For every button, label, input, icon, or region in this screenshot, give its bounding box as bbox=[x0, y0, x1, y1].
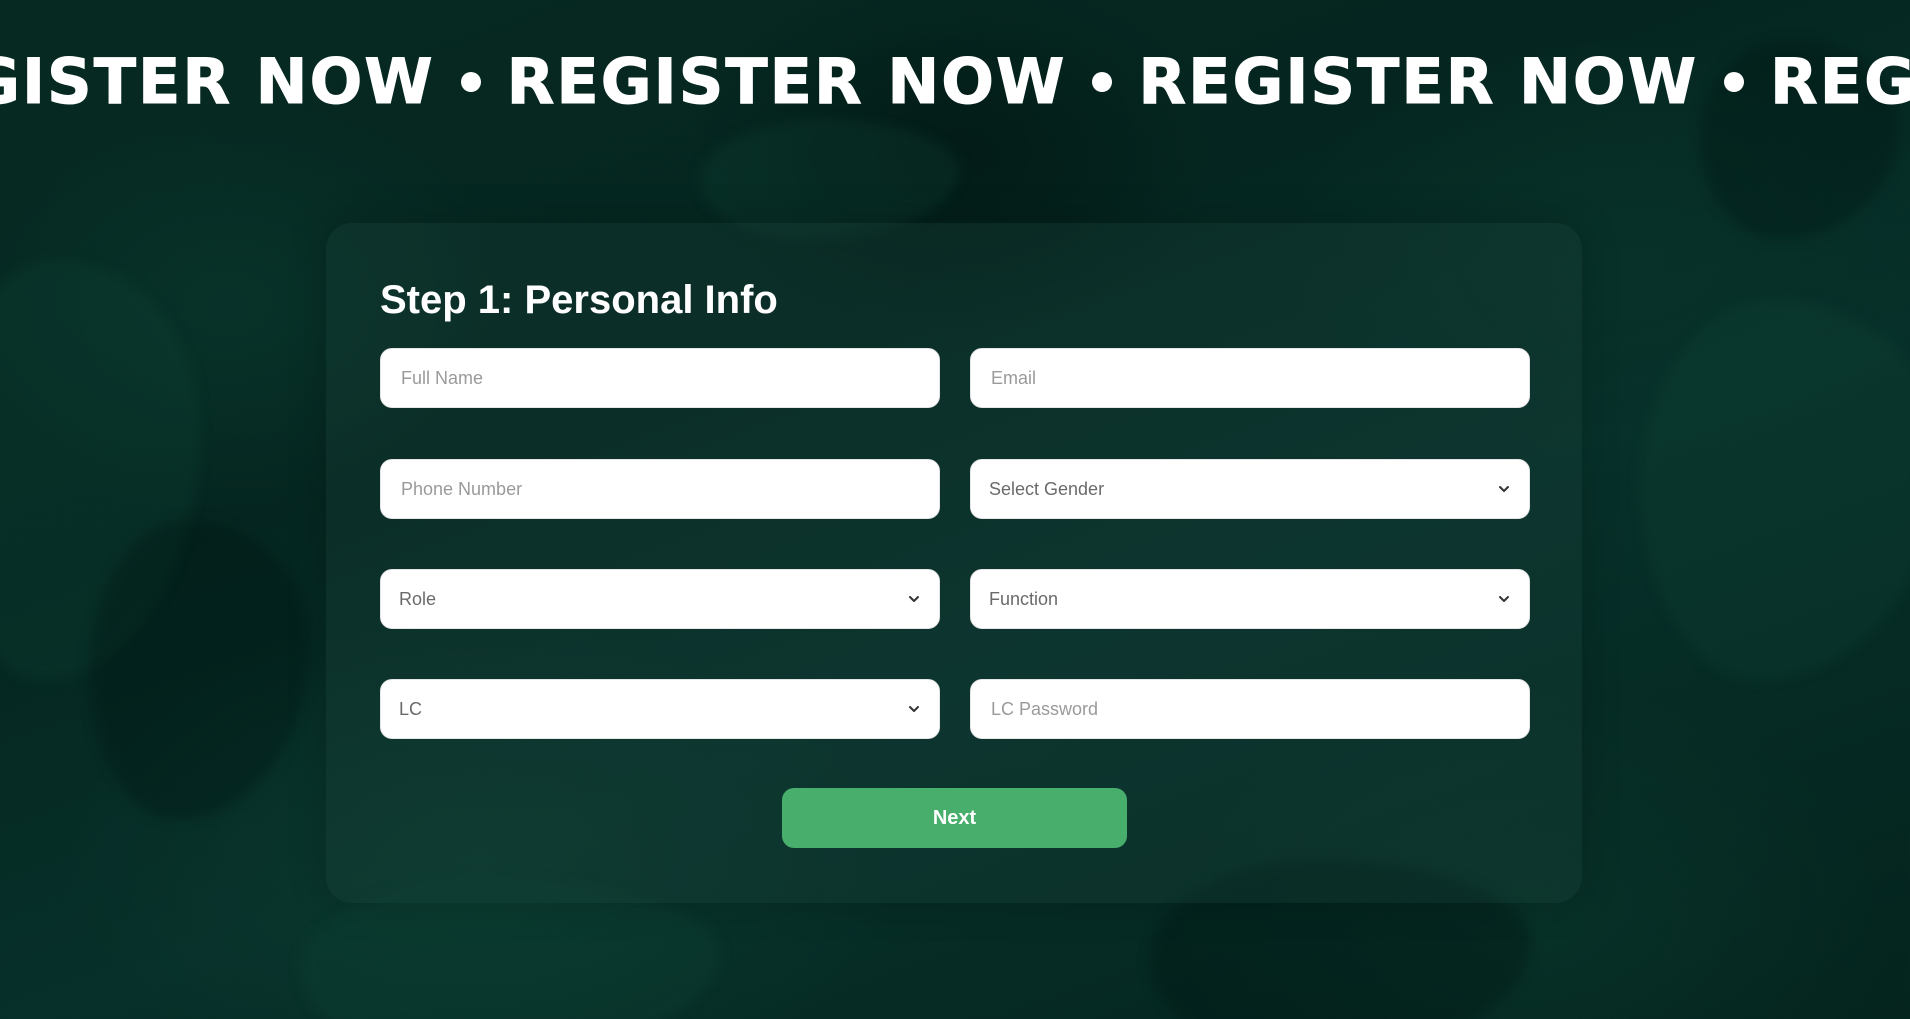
chevron-down-icon bbox=[1499, 596, 1509, 602]
chevron-down-icon bbox=[1499, 486, 1509, 492]
bullet-dot-icon bbox=[460, 72, 481, 92]
phone-number-field[interactable] bbox=[380, 459, 940, 519]
background-camo-shape bbox=[90, 520, 310, 820]
banner-item: REGISTER NOW bbox=[1138, 44, 1770, 120]
email-field[interactable] bbox=[970, 348, 1530, 408]
banner-text: REGISTER NOW bbox=[1770, 45, 1910, 119]
register-now-banner: REGISTER NOW REGISTER NOW REGISTER NOW R… bbox=[0, 44, 1910, 120]
form-title: Step 1: Personal Info bbox=[380, 278, 778, 322]
bullet-dot-icon bbox=[1724, 72, 1745, 92]
background-camo-shape bbox=[700, 120, 960, 240]
next-button[interactable]: Next bbox=[782, 788, 1127, 848]
function-select-value: Function bbox=[989, 588, 1059, 609]
chevron-down-icon bbox=[909, 596, 919, 602]
lc-password-input[interactable] bbox=[989, 697, 1511, 721]
bullet-dot-icon bbox=[1092, 72, 1113, 92]
registration-form-card: Step 1: Personal Info Select Gender Role… bbox=[326, 223, 1582, 903]
banner-track: REGISTER NOW REGISTER NOW REGISTER NOW R… bbox=[0, 44, 1910, 120]
lc-select[interactable]: LC bbox=[380, 679, 940, 739]
banner-text: REGISTER NOW bbox=[1138, 45, 1699, 119]
email-input[interactable] bbox=[989, 366, 1511, 390]
banner-item: REGISTER NOW bbox=[506, 44, 1139, 120]
gender-select[interactable]: Select Gender bbox=[970, 459, 1530, 519]
lc-select-value: LC bbox=[399, 698, 423, 719]
chevron-down-icon bbox=[909, 706, 919, 712]
banner-item: REGISTER NOW bbox=[0, 44, 507, 120]
banner-text: REGISTER NOW bbox=[0, 45, 435, 119]
phone-number-input[interactable] bbox=[399, 477, 921, 501]
role-select-value: Role bbox=[399, 588, 437, 609]
function-select[interactable]: Function bbox=[970, 569, 1530, 629]
lc-password-field[interactable] bbox=[970, 679, 1530, 739]
banner-text: REGISTER NOW bbox=[506, 45, 1067, 119]
banner-item: REGISTER NOW bbox=[1770, 44, 1910, 120]
gender-select-value: Select Gender bbox=[989, 478, 1105, 499]
background-camo-shape bbox=[1640, 300, 1910, 680]
role-select[interactable]: Role bbox=[380, 569, 940, 629]
full-name-input[interactable] bbox=[399, 366, 921, 390]
full-name-field[interactable] bbox=[380, 348, 940, 408]
